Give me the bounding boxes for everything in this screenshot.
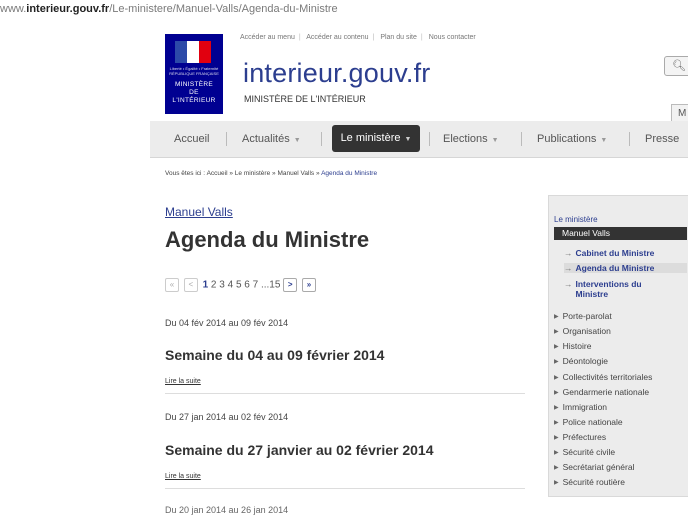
nav-item-accueil[interactable]: Accueil bbox=[174, 121, 209, 157]
read-more-link[interactable]: Lire la suite bbox=[165, 378, 201, 385]
sidebar-item-porte-parolat[interactable]: ▶ Porte-parolat bbox=[554, 311, 612, 321]
sidebar-item-gendarmerie[interactable]: ▶ Gendarmerie nationale bbox=[554, 387, 649, 397]
triangle-right-icon: ▶ bbox=[554, 435, 559, 442]
page-number[interactable]: 4 bbox=[228, 280, 234, 291]
page-number[interactable]: 1 bbox=[203, 280, 209, 291]
header-tab[interactable]: M bbox=[671, 104, 688, 122]
sidebar-title[interactable]: Le ministère bbox=[554, 215, 598, 224]
triangle-right-icon: ▶ bbox=[554, 450, 559, 457]
sidebar-item-manuel-valls[interactable]: Manuel Valls bbox=[554, 227, 687, 240]
triangle-right-icon: ▶ bbox=[554, 359, 559, 366]
triangle-right-icon: ▶ bbox=[554, 375, 559, 382]
chevron-down-icon: ▼ bbox=[491, 137, 499, 144]
sidebar-item-collectivites[interactable]: ▶ Collectivités territoriales bbox=[554, 372, 652, 382]
breadcrumb-accueil[interactable]: Accueil bbox=[207, 170, 228, 177]
top-links: Accéder au menu | Accéder au contenu | Pla… bbox=[240, 34, 476, 41]
site-name[interactable]: interieur.gouv.fr bbox=[243, 58, 431, 89]
sidebar-item-police[interactable]: ▶ Police nationale bbox=[554, 417, 623, 427]
first-page-icon[interactable]: « bbox=[165, 278, 179, 292]
page-number[interactable]: 7 bbox=[253, 280, 259, 291]
url-path: /Le-ministere/Manuel-Valls/Agenda-du-Min… bbox=[109, 3, 338, 15]
sidebar-item-securite-civile[interactable]: ▶ Sécurité civile bbox=[554, 447, 615, 457]
sidebar: Le ministère Manuel Valls → Cabinet du Mi… bbox=[548, 195, 688, 497]
triangle-right-icon: ▶ bbox=[554, 420, 559, 427]
last-page-icon[interactable]: » bbox=[302, 278, 316, 292]
nav-item-actualites[interactable]: Actualités ▼ bbox=[242, 121, 301, 157]
link-access-menu[interactable]: Accéder au menu bbox=[240, 34, 295, 41]
nav-item-elections[interactable]: Elections ▼ bbox=[443, 121, 499, 157]
entry-date: Du 27 jan 2014 au 02 fév 2014 bbox=[165, 412, 289, 422]
triangle-right-icon: ▶ bbox=[554, 480, 559, 487]
page-number[interactable]: 2 bbox=[211, 280, 217, 291]
arrow-right-icon: → bbox=[564, 263, 573, 273]
address-bar[interactable]: www.interieur.gouv.fr/Le-ministere/Manue… bbox=[0, 0, 688, 19]
chevron-down-icon: ▼ bbox=[600, 137, 608, 144]
page-number[interactable]: 6 bbox=[244, 280, 250, 291]
read-more-link[interactable]: Lire la suite bbox=[165, 473, 201, 480]
chevron-down-icon: ▼ bbox=[293, 137, 301, 144]
arrow-right-icon: → bbox=[564, 248, 573, 258]
site-subtitle: MINISTÈRE DE L'INTÉRIEUR bbox=[244, 94, 366, 104]
pagination: « < 1 2 3 4 5 6 7 ...15 > » bbox=[165, 278, 318, 292]
breadcrumb: Vous êtes ici : Accueil » Le ministère »… bbox=[165, 170, 378, 177]
sidebar-item-secretariat[interactable]: ▶ Secrétariat général bbox=[554, 462, 634, 472]
page-number[interactable]: 5 bbox=[236, 280, 242, 291]
search-button[interactable]: 🔍︎ bbox=[664, 56, 688, 76]
chevron-down-icon: ▼ bbox=[404, 136, 412, 143]
link-access-content[interactable]: Accéder au contenu bbox=[306, 34, 368, 41]
prev-page-icon[interactable]: < bbox=[183, 278, 198, 292]
entry-date: Du 20 jan 2014 au 26 jan 2014 bbox=[165, 505, 289, 515]
person-link[interactable]: Manuel Valls bbox=[165, 205, 233, 219]
divider bbox=[165, 393, 525, 394]
sidebar-item-immigration[interactable]: ▶ Immigration bbox=[554, 402, 607, 412]
sidebar-subitem-cabinet[interactable]: → Cabinet du Ministre bbox=[564, 248, 687, 258]
sidebar-item-deontologie[interactable]: ▶ Déontologie bbox=[554, 356, 608, 366]
sidebar-item-histoire[interactable]: ▶ Histoire bbox=[554, 341, 591, 351]
entry-date: Du 04 fév 2014 au 09 fév 2014 bbox=[165, 318, 289, 328]
triangle-right-icon: ▶ bbox=[554, 405, 559, 412]
french-flag-icon bbox=[175, 41, 211, 63]
sidebar-item-prefectures[interactable]: ▶ Préfectures bbox=[554, 432, 606, 442]
url-prefix: www. bbox=[0, 3, 27, 15]
main-navigation: Accueil Actualités ▼ Le ministère ▼ Electi… bbox=[150, 121, 688, 158]
triangle-right-icon: ▶ bbox=[554, 329, 559, 336]
entry-heading[interactable]: Semaine du 04 au 09 février 2014 bbox=[165, 347, 384, 363]
nav-item-le-ministere[interactable]: Le ministère ▼ bbox=[332, 125, 420, 152]
url-domain: interieur.gouv.fr bbox=[26, 3, 110, 15]
triangle-right-icon: ▶ bbox=[554, 465, 559, 472]
link-contact[interactable]: Nous contacter bbox=[429, 34, 476, 41]
sidebar-item-organisation[interactable]: ▶ Organisation bbox=[554, 326, 611, 336]
divider bbox=[165, 488, 525, 489]
magnifier-icon: 🔍︎ bbox=[672, 60, 686, 72]
nav-item-presse[interactable]: Presse bbox=[645, 121, 679, 157]
sidebar-subitem-interventions[interactable]: → Interventions du Ministre bbox=[564, 279, 687, 299]
link-site-map[interactable]: Plan du site bbox=[380, 34, 417, 41]
page-number[interactable]: 3 bbox=[219, 280, 225, 291]
ministry-logo[interactable]: Liberté • Égalité • Fraternité RÉPUBLIQUE… bbox=[165, 34, 223, 114]
entry-heading[interactable]: Semaine du 27 janvier au 02 février 2014 bbox=[165, 442, 434, 458]
nav-item-publications[interactable]: Publications ▼ bbox=[537, 121, 607, 157]
arrow-right-icon: → bbox=[564, 279, 573, 289]
next-page-icon[interactable]: > bbox=[283, 278, 298, 292]
triangle-right-icon: ▶ bbox=[554, 314, 559, 321]
page-number[interactable]: ...15 bbox=[261, 280, 280, 291]
logo-ministry-text: MINISTÈRE DE L'INTÉRIEUR bbox=[172, 81, 216, 104]
sidebar-item-securite-routiere[interactable]: ▶ Sécurité routière bbox=[554, 477, 625, 487]
logo-motto: Liberté • Égalité • Fraternité RÉPUBLIQUE… bbox=[169, 66, 219, 76]
triangle-right-icon: ▶ bbox=[554, 390, 559, 397]
page-title: Agenda du Ministre bbox=[165, 227, 370, 252]
triangle-right-icon: ▶ bbox=[554, 344, 559, 351]
breadcrumb-manuel-valls[interactable]: Manuel Valls bbox=[277, 170, 314, 177]
breadcrumb-current: Agenda du Ministre bbox=[321, 170, 378, 177]
breadcrumb-le-ministere[interactable]: Le ministère bbox=[235, 170, 270, 177]
sidebar-subitem-agenda[interactable]: → Agenda du Ministre bbox=[564, 263, 687, 273]
